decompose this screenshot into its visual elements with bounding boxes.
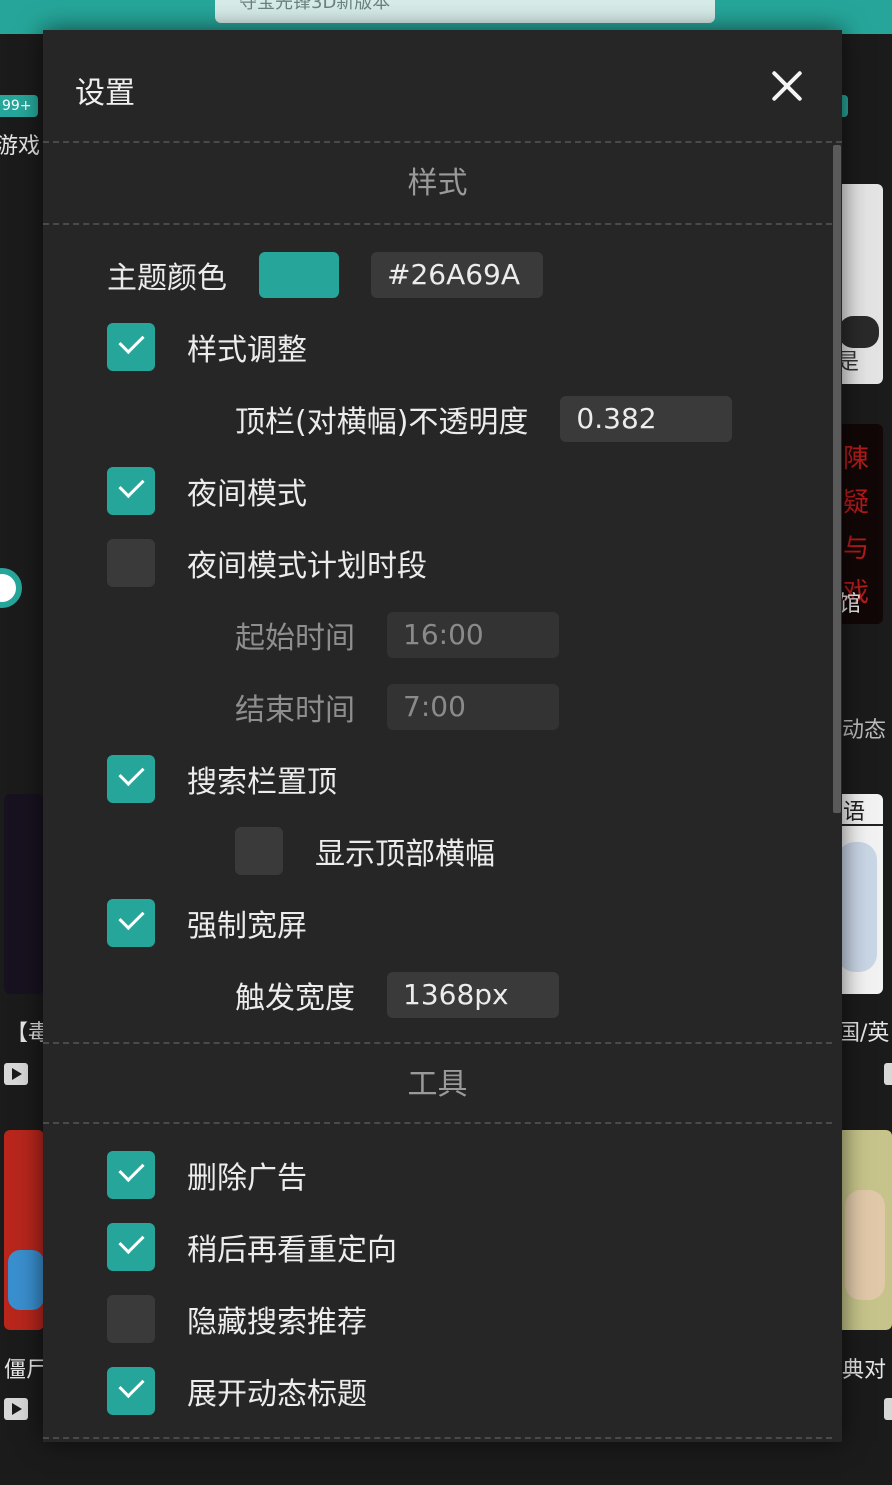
settings-content: 样式 主题颜色 #26A69A 样式调整 顶栏(对横幅)不透明度 0.382 夜…: [43, 143, 842, 1442]
night-mode-row[interactable]: 夜间模式: [107, 467, 307, 515]
remove-ads-label: 删除广告: [187, 1161, 307, 1196]
trigger-width-row: 触发宽度 1368px: [235, 971, 559, 1019]
night-schedule-row[interactable]: 夜间模式计划时段: [107, 539, 427, 587]
dialog-title: 设置: [75, 76, 135, 111]
play-icon: [4, 1398, 28, 1420]
start-time-input[interactable]: 16:00: [387, 612, 559, 658]
style-adjust-checkbox[interactable]: [107, 323, 155, 371]
video-title-fragment: 馆: [839, 592, 862, 617]
topbar-opacity-input[interactable]: 0.382: [560, 396, 733, 442]
force-wide-checkbox[interactable]: [107, 899, 155, 947]
end-time-label: 结束时间: [235, 693, 355, 728]
expand-dynamic-title-checkbox[interactable]: [107, 1367, 155, 1415]
theme-color-input[interactable]: #26A69A: [371, 252, 543, 298]
thumb-text: 陳: [843, 444, 870, 474]
theme-color-label: 主题颜色: [107, 261, 227, 296]
hide-search-suggest-label: 隐藏搜索推荐: [187, 1305, 367, 1340]
search-input[interactable]: 夺宝先锋3D新版本: [215, 0, 715, 23]
video-thumbnail[interactable]: 语: [835, 794, 883, 994]
video-thumbnail[interactable]: [835, 1130, 892, 1330]
notification-badge: 99+: [0, 95, 38, 117]
theme-color-swatch[interactable]: [259, 252, 339, 298]
video-title-fragment[interactable]: 国/英: [838, 1015, 889, 1047]
close-icon[interactable]: [769, 68, 805, 104]
theme-color-row: 主题颜色 #26A69A: [107, 251, 543, 299]
night-schedule-checkbox[interactable]: [107, 539, 155, 587]
video-thumbnail[interactable]: [4, 1130, 44, 1330]
watch-later-row[interactable]: 稍后再看重定向: [107, 1223, 397, 1271]
show-banner-checkbox[interactable]: [235, 827, 283, 875]
trigger-width-input[interactable]: 1368px: [387, 972, 559, 1018]
video-thumbnail[interactable]: 陳 疑 与 戏 馆: [835, 424, 883, 624]
pin-search-row[interactable]: 搜索栏置顶: [107, 755, 337, 803]
force-wide-label: 强制宽屏: [187, 909, 307, 944]
section-divider: [43, 1437, 832, 1439]
end-time-input[interactable]: 7:00: [387, 684, 559, 730]
hide-search-suggest-row[interactable]: 隐藏搜索推荐: [107, 1295, 367, 1343]
force-wide-row[interactable]: 强制宽屏: [107, 899, 307, 947]
section-header-style: 样式: [43, 143, 832, 225]
trigger-width-label: 触发宽度: [235, 981, 355, 1016]
show-banner-row[interactable]: 显示顶部横幅: [235, 827, 495, 875]
remove-ads-row[interactable]: 删除广告: [107, 1151, 307, 1199]
thumb-text: 疑: [843, 488, 870, 518]
topbar-opacity-label: 顶栏(对横幅)不透明度: [235, 405, 529, 440]
night-schedule-label: 夜间模式计划时段: [187, 549, 427, 584]
play-icon: [884, 1063, 892, 1085]
pin-search-label: 搜索栏置顶: [187, 765, 337, 800]
video-thumbnail[interactable]: [4, 794, 44, 994]
video-title-fragment[interactable]: 典对: [842, 1352, 886, 1384]
start-time-row: 起始时间 16:00: [235, 611, 559, 659]
night-mode-checkbox[interactable]: [107, 467, 155, 515]
pin-search-checkbox[interactable]: [107, 755, 155, 803]
dialog-header: 设置: [43, 30, 842, 143]
thumb-text: 与: [843, 534, 870, 564]
settings-dialog: 设置 样式 主题颜色 #26A69A 样式调整 顶栏(对横幅)不透明度 0.38…: [43, 30, 842, 1442]
bg-nav-label[interactable]: 游戏: [0, 128, 40, 160]
style-adjust-label: 样式调整: [187, 333, 307, 368]
night-mode-label: 夜间模式: [187, 477, 307, 512]
start-time-label: 起始时间: [235, 621, 355, 656]
watch-later-label: 稍后再看重定向: [187, 1233, 397, 1268]
show-banner-label: 显示顶部横幅: [315, 837, 495, 872]
section-header-tools: 工具: [43, 1042, 832, 1124]
video-title-fragment[interactable]: 僵尸: [4, 1352, 48, 1384]
style-adjust-row[interactable]: 样式调整: [107, 323, 307, 371]
play-icon: [884, 1398, 892, 1420]
expand-dynamic-title-row[interactable]: 展开动态标题: [107, 1367, 367, 1415]
expand-dynamic-title-label: 展开动态标题: [187, 1377, 367, 1412]
hide-search-suggest-checkbox[interactable]: [107, 1295, 155, 1343]
remove-ads-checkbox[interactable]: [107, 1151, 155, 1199]
thumb-text: 语: [843, 800, 866, 825]
topbar-opacity-row: 顶栏(对横幅)不透明度 0.382: [235, 395, 733, 443]
bg-tab-label[interactable]: 动态: [842, 712, 886, 744]
play-icon: [4, 1063, 28, 1085]
watch-later-checkbox[interactable]: [107, 1223, 155, 1271]
bg-logo: [0, 568, 22, 608]
video-thumbnail[interactable]: 是: [835, 184, 883, 384]
end-time-row: 结束时间 7:00: [235, 683, 559, 731]
